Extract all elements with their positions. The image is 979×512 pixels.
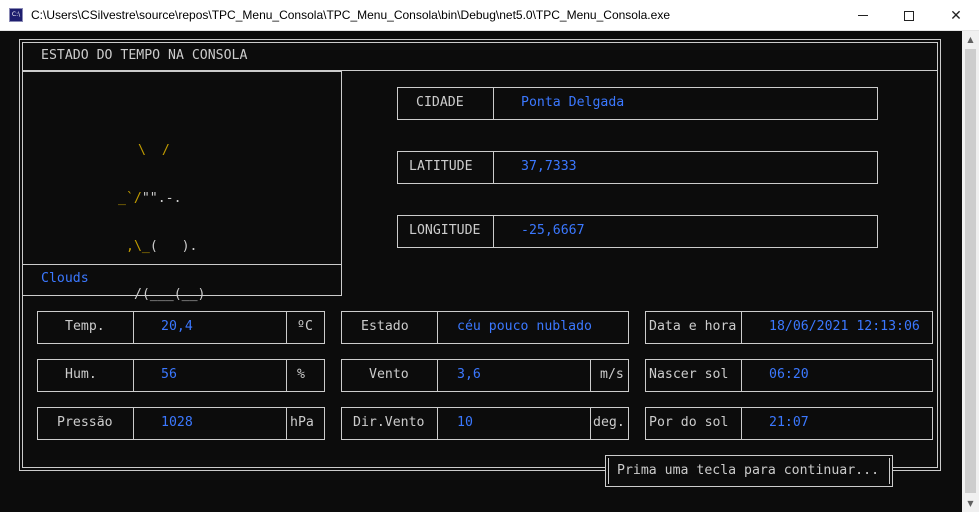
sunset-value: 21:07 — [769, 415, 809, 430]
close-icon: ✕ — [950, 7, 962, 24]
pressure-unit: hPa — [290, 415, 314, 430]
datetime-label: Data e hora — [649, 319, 737, 334]
city-box — [397, 87, 878, 120]
wind-value: 3,6 — [457, 367, 481, 382]
pressure-label: Pressão — [57, 415, 113, 430]
latitude-label: LATITUDE — [409, 159, 473, 174]
state-label: Estado — [361, 319, 409, 334]
scroll-up-icon[interactable]: ▲ — [962, 31, 979, 48]
sunrise-value: 06:20 — [769, 367, 809, 382]
latitude-value: 37,7333 — [521, 159, 577, 174]
humidity-label: Hum. — [65, 367, 97, 382]
temperature-unit: ºC — [297, 319, 313, 334]
wind-direction-unit: deg. — [593, 415, 625, 430]
pressure-value: 1028 — [161, 415, 193, 430]
temperature-label: Temp. — [65, 319, 105, 334]
state-value: céu pouco nublado — [457, 319, 592, 334]
cloud-ascii-icon: \ / _`/"".-. ,\_( ). /(___(__) — [118, 143, 206, 302]
temperature-value: 20,4 — [161, 319, 193, 334]
datetime-value: 18/06/2021 12:13:06 — [769, 319, 920, 334]
sunrise-label: Nascer sol — [649, 367, 729, 382]
longitude-label: LONGITUDE — [409, 223, 481, 238]
window-titlebar[interactable]: C:\ C:\Users\CSilvestre\source\repos\TPC… — [0, 0, 979, 31]
humidity-value: 56 — [161, 367, 177, 382]
minimize-icon — [858, 15, 868, 16]
page-title: ESTADO DO TEMPO NA CONSOLA — [41, 48, 248, 63]
window-title: C:\Users\CSilvestre\source\repos\TPC_Men… — [31, 8, 670, 22]
wind-direction-label: Dir.Vento — [353, 415, 425, 430]
console-app-icon: C:\ — [9, 8, 23, 22]
city-value: Ponta Delgada — [521, 95, 625, 110]
maximize-icon — [904, 10, 914, 21]
city-label: CIDADE — [416, 95, 464, 110]
console-window[interactable]: ESTADO DO TEMPO NA CONSOLA \ / _`/"".-. … — [0, 31, 962, 512]
scrollbar-thumb[interactable] — [965, 49, 976, 493]
minimize-button[interactable] — [840, 0, 886, 31]
wind-label: Vento — [369, 367, 409, 382]
humidity-unit: % — [297, 367, 305, 382]
continue-prompt: Prima uma tecla para continuar... — [617, 463, 880, 478]
maximize-button[interactable] — [886, 0, 932, 31]
scroll-down-icon[interactable]: ▼ — [962, 495, 979, 512]
longitude-value: -25,6667 — [521, 223, 585, 238]
weather-description: Clouds — [41, 271, 89, 286]
wind-unit: m/s — [600, 367, 624, 382]
wind-direction-value: 10 — [457, 415, 473, 430]
sunset-label: Por do sol — [649, 415, 729, 430]
close-button[interactable]: ✕ — [933, 0, 979, 31]
vertical-scrollbar[interactable]: ▲ ▼ — [962, 31, 979, 512]
